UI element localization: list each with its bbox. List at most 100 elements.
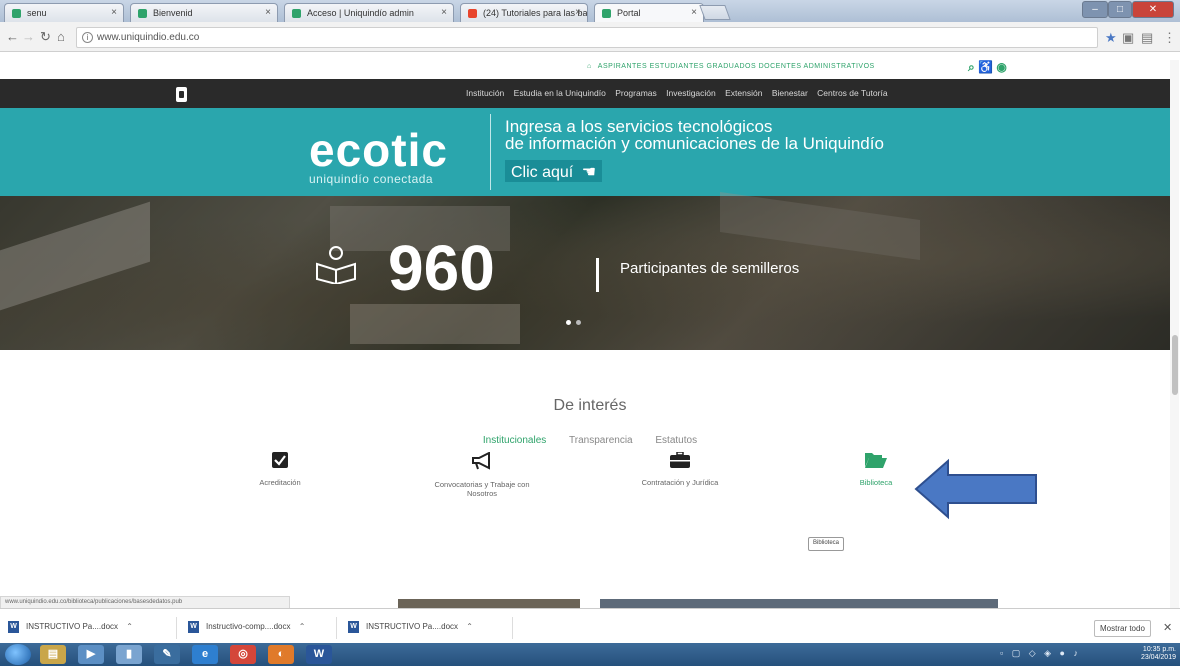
info-icon[interactable]: i — [82, 32, 93, 43]
new-tab-button[interactable] — [699, 5, 731, 20]
ecotic-banner[interactable]: ecotic uniquindío conectada Ingresa a lo… — [0, 108, 1178, 196]
favicon-icon — [292, 9, 301, 18]
nav-item-bienestar[interactable]: Bienestar — [772, 88, 808, 98]
browser-tab[interactable]: senu × — [4, 3, 124, 22]
tab-transparencia[interactable]: Transparencia — [569, 435, 633, 446]
show-all-downloads-button[interactable]: Mostrar todo — [1094, 620, 1151, 637]
banner-heading: Ingresa a los servicios tecnológicos de … — [505, 118, 884, 152]
accessibility-icon[interactable]: ♿ — [978, 60, 993, 74]
download-item[interactable]: W INSTRUCTIVO Pa....docx ⌃ — [6, 619, 172, 636]
nav-item-estudia[interactable]: Estudia en la Uniquindío — [514, 88, 606, 98]
pointer-hand-icon: ☚ — [581, 164, 597, 181]
ecotic-tagline: uniquindío conectada — [309, 172, 434, 186]
extension-icon[interactable]: ▣ — [1122, 30, 1134, 46]
url-input[interactable]: i www.uniquindio.edu.co — [76, 27, 1098, 48]
nav-item-investigacion[interactable]: Investigación — [666, 88, 716, 98]
close-icon[interactable]: × — [441, 7, 447, 18]
nav-item-extension[interactable]: Extensión — [725, 88, 762, 98]
close-icon[interactable]: × — [575, 7, 581, 18]
banner-cta-label: Clic aquí — [511, 164, 574, 181]
ecotic-logo: ecotic — [309, 124, 448, 176]
chevron-up-icon[interactable]: ⌃ — [299, 622, 306, 631]
card-label: Acreditación — [259, 478, 301, 487]
scrollbar-thumb[interactable] — [1172, 335, 1178, 395]
paint-icon[interactable]: ✎ — [154, 645, 180, 664]
word-file-icon: W — [188, 621, 199, 633]
close-icon[interactable]: × — [111, 7, 117, 18]
audience-links[interactable]: ⌂ ASPIRANTES ESTUDIANTES GRADUADOS DOCEN… — [587, 63, 875, 70]
annotation-arrow-icon — [914, 458, 1037, 520]
page-scrollbar[interactable] — [1170, 60, 1179, 608]
uniquindio-logo[interactable] — [176, 87, 187, 102]
download-item[interactable]: W Instructivo-comp....docx ⌃ — [186, 619, 336, 636]
tab-institucionales[interactable]: Institucionales — [483, 435, 546, 446]
windows-taskbar: ▤ ▶ ▮ ✎ e ◎ ◐ W ▫ ▢ ◇ ◈ ● ♪ 10:35 p.m. 2… — [0, 643, 1180, 666]
card-convocatorias[interactable]: Convocatorias y Trabaje con Nosotros — [422, 452, 542, 498]
stat-label: Participantes de semilleros — [620, 260, 800, 277]
news-thumbnail[interactable] — [398, 599, 580, 608]
nav-item-institucion[interactable]: Institución — [466, 88, 504, 98]
internet-explorer-icon[interactable]: e — [192, 645, 218, 664]
favicon-icon — [602, 9, 611, 18]
stat-number: 960 — [388, 232, 495, 304]
favicon-icon — [12, 9, 21, 18]
minimize-button[interactable]: – — [1082, 1, 1108, 18]
chrome-icon[interactable]: ◎ — [230, 645, 256, 664]
card-contratacion[interactable]: Contratación y Jurídica — [626, 452, 734, 487]
carousel-dot[interactable] — [576, 320, 581, 325]
nav-item-tutoria[interactable]: Centros de Tutoría — [817, 88, 887, 98]
tab-label: senu — [27, 8, 47, 18]
download-filename: INSTRUCTIVO Pa....docx — [26, 622, 119, 631]
megaphone-icon — [472, 452, 490, 470]
close-icon[interactable]: × — [265, 7, 271, 18]
banner-divider — [490, 114, 491, 190]
home-icon[interactable]: ⌂ — [587, 63, 592, 70]
media-player-icon[interactable]: ▶ — [78, 645, 104, 664]
hero-carousel[interactable]: 960 Participantes de semilleros — [0, 191, 1178, 350]
briefcase-icon — [670, 452, 690, 468]
system-clock[interactable]: 10:35 p.m. 23/04/2019 — [1090, 646, 1176, 662]
browser-tab-active[interactable]: Portal × — [594, 3, 704, 22]
banner-line-1: Ingresa a los servicios tecnológicos — [505, 117, 773, 136]
utility-icons: ⌕ ♿ ◉ — [968, 60, 1007, 75]
news-thumbnail[interactable] — [600, 599, 998, 608]
close-icon[interactable]: ✕ — [1163, 621, 1172, 634]
browser-tab[interactable]: (24) Tutoriales para las bases × — [460, 3, 588, 22]
reading-person-icon — [316, 246, 356, 284]
tab-label: (24) Tutoriales para las bases — [483, 8, 588, 18]
globe-icon[interactable]: ◉ — [996, 60, 1006, 74]
audience-links-text[interactable]: ASPIRANTES ESTUDIANTES GRADUADOS DOCENTE… — [598, 63, 875, 70]
tab-estatutos[interactable]: Estatutos — [655, 435, 697, 446]
card-biblioteca[interactable]: Biblioteca — [836, 452, 916, 487]
url-text: www.uniquindio.edu.co — [97, 32, 200, 43]
browser-tab[interactable]: Acceso | Uniquindío admin × — [284, 3, 454, 22]
search-icon[interactable]: ⌕ — [968, 60, 975, 74]
chevron-up-icon[interactable]: ⌃ — [126, 622, 133, 631]
document-icon[interactable]: ▮ — [116, 645, 142, 664]
banner-cta-button[interactable]: Clic aquí ☚ — [505, 160, 603, 182]
browser-tab[interactable]: Bienvenid × — [130, 3, 278, 22]
close-window-button[interactable]: ✕ — [1132, 1, 1174, 18]
system-tray-icons[interactable]: ▫ ▢ ◇ ◈ ● ♪ — [1000, 648, 1081, 659]
stat-divider — [596, 258, 599, 292]
tooltip: Biblioteca — [808, 537, 845, 551]
download-item[interactable]: W INSTRUCTIVO Pa....docx ⌃ — [346, 619, 512, 636]
firefox-icon[interactable]: ◐ — [268, 645, 294, 664]
favicon-icon — [138, 9, 147, 18]
forward-icon[interactable]: → — [22, 29, 35, 44]
bookmark-star-icon[interactable]: ★ — [1105, 30, 1117, 46]
nav-item-programas[interactable]: Programas — [615, 88, 657, 98]
word-icon[interactable]: W — [306, 645, 332, 664]
extension-icon[interactable]: ▤ — [1141, 30, 1153, 46]
chevron-up-icon[interactable]: ⌃ — [466, 622, 473, 631]
file-explorer-icon[interactable]: ▤ — [40, 645, 66, 664]
maximize-button[interactable]: □ — [1108, 1, 1132, 18]
reload-icon[interactable]: ↻ — [40, 29, 51, 45]
carousel-dot-active[interactable] — [566, 320, 571, 325]
start-button[interactable] — [5, 644, 31, 665]
home-icon[interactable]: ⌂ — [57, 29, 65, 44]
menu-icon[interactable]: ⋮ — [1163, 30, 1176, 46]
card-acreditacion[interactable]: Acreditación — [240, 452, 320, 487]
close-icon[interactable]: × — [691, 7, 697, 18]
back-icon[interactable]: ← — [6, 29, 19, 44]
